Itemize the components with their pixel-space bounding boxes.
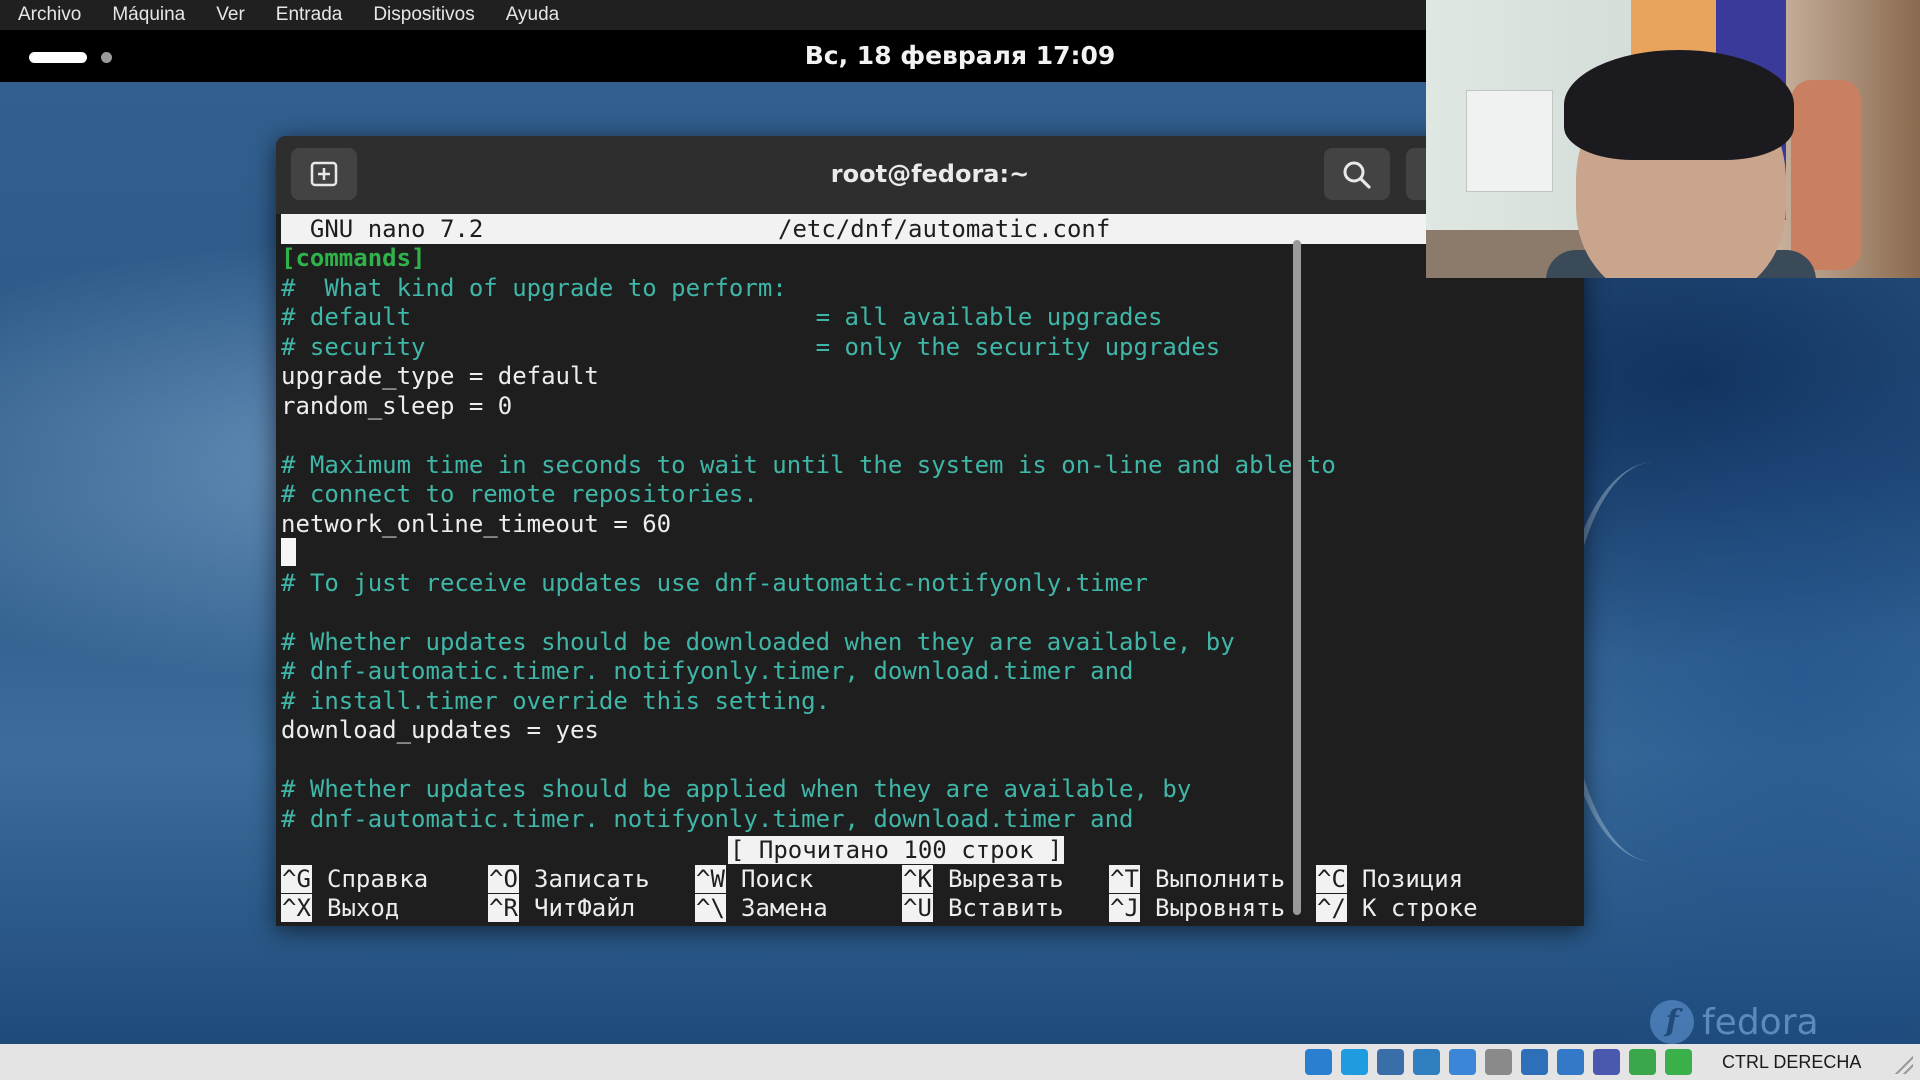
shortcut-key: ^R [488, 894, 519, 922]
nano-line: # dnf-automatic.timer. notifyonly.timer,… [281, 657, 1134, 685]
shortcut-label: Поиск [741, 865, 814, 893]
shortcut-label: Выровнять [1155, 894, 1286, 922]
nano-version: GNU nano 7.2 [281, 215, 484, 243]
nano-line: # default = all available upgrades [281, 303, 1163, 331]
nano-line: # Whether updates should be applied when… [281, 775, 1192, 803]
shortcut-label: Справка [327, 865, 429, 893]
menu-archivo[interactable]: Archivo [0, 0, 94, 30]
nano-line: # dnf-automatic.timer. notifyonly.timer,… [281, 804, 1134, 833]
terminal-headerbar: root@fedora:~ [276, 136, 1584, 214]
shortcut-key: ^T [1109, 865, 1140, 893]
gnome-topbar: Вс, 18 февраля 17:09 [0, 30, 1426, 82]
nano-line: [commands] [281, 244, 426, 272]
menu-maquina[interactable]: Máquina [94, 0, 198, 30]
vbox-menubar: Archivo Máquina Ver Entrada Dispositivos… [0, 0, 1426, 30]
terminal-window: root@fedora:~ GNU nano 7.2/etc/dnf/autom… [276, 136, 1584, 926]
shortcut-label: Выполнить [1155, 865, 1286, 893]
nano-status-message: [ Прочитано 100 строк ] [728, 836, 1065, 864]
shortcut-label: Замена [741, 894, 828, 922]
display-icon[interactable] [1521, 1049, 1548, 1075]
vbox-statusbar: CTRL DERECHA [0, 1044, 1920, 1080]
mouse-integration-icon[interactable] [1629, 1049, 1656, 1075]
shortcut-key: ^J [1109, 894, 1140, 922]
shortcut-key: ^X [281, 894, 312, 922]
search-icon [1343, 161, 1371, 189]
webcam-poster [1466, 90, 1553, 192]
nano-line: # Whether updates should be downloaded w… [281, 627, 1235, 656]
shortcut-key: ^G [281, 865, 312, 893]
nano-line: # What kind of upgrade to perform: [281, 273, 787, 302]
nano-line: # connect to remote repositories. [281, 480, 758, 508]
text-cursor [281, 538, 296, 566]
shortcut-label: Позиция [1362, 865, 1464, 893]
nano-line: # install.timer override this setting. [281, 686, 831, 715]
shortcut-key: ^K [902, 865, 933, 893]
menu-ayuda[interactable]: Ayuda [488, 0, 573, 30]
webcam-person-hair [1564, 50, 1794, 160]
resize-grip[interactable] [1893, 1054, 1913, 1074]
shortcut-key: ^C [1316, 865, 1347, 893]
webcam-ironing-board [1791, 80, 1861, 270]
recording-icon[interactable] [1557, 1049, 1584, 1075]
shortcut-label: ЧитФайл [534, 894, 636, 922]
hard-disk-icon[interactable] [1305, 1049, 1332, 1075]
nano-line: # To just receive updates use dnf-automa… [281, 568, 1148, 597]
network-icon[interactable] [1413, 1049, 1440, 1075]
fedora-watermark: f fedora [1650, 1000, 1819, 1044]
search-button[interactable] [1324, 148, 1390, 200]
nano-line: download_updates = yes [281, 716, 599, 744]
menu-entrada[interactable]: Entrada [258, 0, 356, 30]
nano-line: # Maximum time in seconds to wait until … [281, 450, 1336, 479]
shortcut-key: ^\ [695, 894, 726, 922]
fedora-logo-icon: f [1650, 1000, 1694, 1044]
shortcut-label: Выход [327, 894, 400, 922]
shortcut-label: Вырезать [948, 865, 1064, 893]
fedora-watermark-text: fedora [1702, 1001, 1819, 1043]
optical-drive-icon[interactable] [1341, 1049, 1368, 1075]
host-key-label: CTRL DERECHA [1722, 1052, 1862, 1072]
menu-ver[interactable]: Ver [198, 0, 258, 30]
shortcut-label: Вставить [948, 894, 1064, 922]
shortcut-key: ^O [488, 865, 519, 893]
vbox-device-icons [1305, 1049, 1692, 1075]
keyboard-icon[interactable] [1665, 1049, 1692, 1075]
shortcut-label: К строке [1362, 894, 1478, 922]
scrollbar-track[interactable] [1562, 214, 1584, 926]
nano-line: random_sleep = 0 [281, 391, 513, 420]
audio-icon[interactable] [1377, 1049, 1404, 1075]
shortcut-key: ^/ [1316, 894, 1347, 922]
shortcut-label: Записать [534, 865, 650, 893]
shortcut-key: ^U [902, 894, 933, 922]
cpu-icon[interactable] [1593, 1049, 1620, 1075]
shortcut-key: ^W [695, 865, 726, 893]
nano-filename: /etc/dnf/automatic.conf [778, 215, 1111, 243]
usb-icon[interactable] [1449, 1049, 1476, 1075]
scrollbar-thumb[interactable] [1293, 240, 1301, 915]
wallpaper-arc [1560, 462, 1748, 862]
webcam-overlay [1426, 0, 1920, 278]
nano-titlebar: GNU nano 7.2/etc/dnf/automatic.conf [281, 214, 1561, 244]
nano-line: network_online_timeout = 60 [281, 509, 672, 538]
menu-dispositivos[interactable]: Dispositivos [355, 0, 487, 30]
nano-line: # security = only the security upgrades [281, 332, 1221, 361]
nano-editor[interactable]: GNU nano 7.2/etc/dnf/automatic.conf [com… [276, 214, 1566, 926]
nano-line: upgrade_type = default [281, 362, 599, 390]
shared-folders-icon[interactable] [1485, 1049, 1512, 1075]
